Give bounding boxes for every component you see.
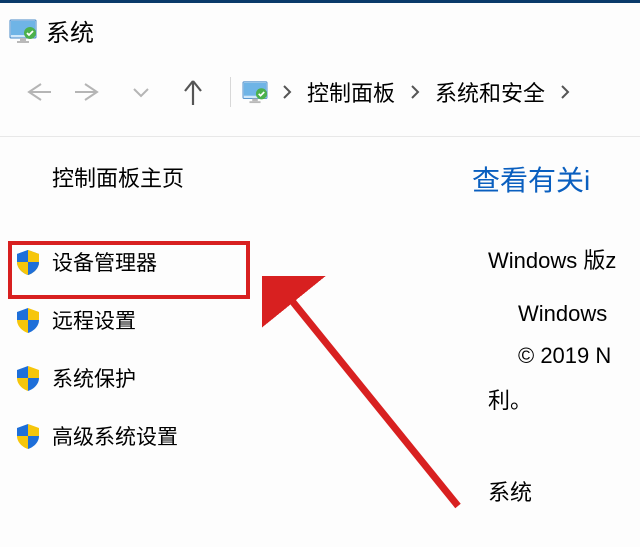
up-arrow-icon[interactable] xyxy=(178,79,208,105)
recent-chevron-icon[interactable] xyxy=(126,85,156,99)
system-icon xyxy=(8,18,38,44)
shield-icon xyxy=(14,248,42,276)
forward-arrow-icon[interactable] xyxy=(74,82,104,102)
breadcrumb-sep-icon xyxy=(273,83,301,101)
shield-icon xyxy=(14,306,42,334)
breadcrumb-system-security[interactable]: 系统和安全 xyxy=(433,74,547,110)
window-title: 系统 xyxy=(46,13,94,48)
copyright-line-2: 利。 xyxy=(472,383,640,415)
breadcrumb-system-icon xyxy=(241,80,269,104)
nav-divider xyxy=(230,77,231,107)
address-bar[interactable]: 控制面板 系统和安全 xyxy=(239,74,579,110)
titlebar: 系统 xyxy=(0,0,640,62)
main-area: 控制面板主页 设备管理器 远程设置 系统保护 高级系统设置 查看有 xyxy=(0,136,640,507)
shield-icon xyxy=(14,422,42,450)
breadcrumb-sep-icon xyxy=(551,83,579,101)
sidebar-item-system-protection[interactable]: 系统保护 xyxy=(0,349,262,407)
sidebar-item-remote-settings[interactable]: 远程设置 xyxy=(0,291,262,349)
sidebar-title: 控制面板主页 xyxy=(0,161,262,193)
sidebar-item-label: 系统保护 xyxy=(52,363,136,393)
sidebar-item-label: 设备管理器 xyxy=(52,247,157,277)
sidebar-item-label: 远程设置 xyxy=(52,305,136,335)
breadcrumb-control-panel[interactable]: 控制面板 xyxy=(305,74,397,110)
sidebar-item-device-manager[interactable]: 设备管理器 xyxy=(0,233,262,291)
shield-icon xyxy=(14,364,42,392)
nav-row: 控制面板 系统和安全 xyxy=(0,62,640,136)
sidebar-item-advanced-settings[interactable]: 高级系统设置 xyxy=(0,407,262,465)
edition-label: Windows 版z xyxy=(472,243,640,275)
sidebar: 控制面板主页 设备管理器 远程设置 系统保护 高级系统设置 xyxy=(0,137,262,507)
breadcrumb-sep-icon xyxy=(401,83,429,101)
copyright-line-1: © 2019 N xyxy=(472,343,640,369)
nav-arrows xyxy=(22,79,208,105)
back-arrow-icon[interactable] xyxy=(22,82,52,102)
content-area: 查看有关i Windows 版z Windows © 2019 N 利。 系统 xyxy=(262,137,640,507)
edition-value: Windows xyxy=(472,301,640,327)
content-heading: 查看有关i xyxy=(472,159,640,199)
system-section-label: 系统 xyxy=(472,475,640,507)
sidebar-item-label: 高级系统设置 xyxy=(52,421,178,451)
